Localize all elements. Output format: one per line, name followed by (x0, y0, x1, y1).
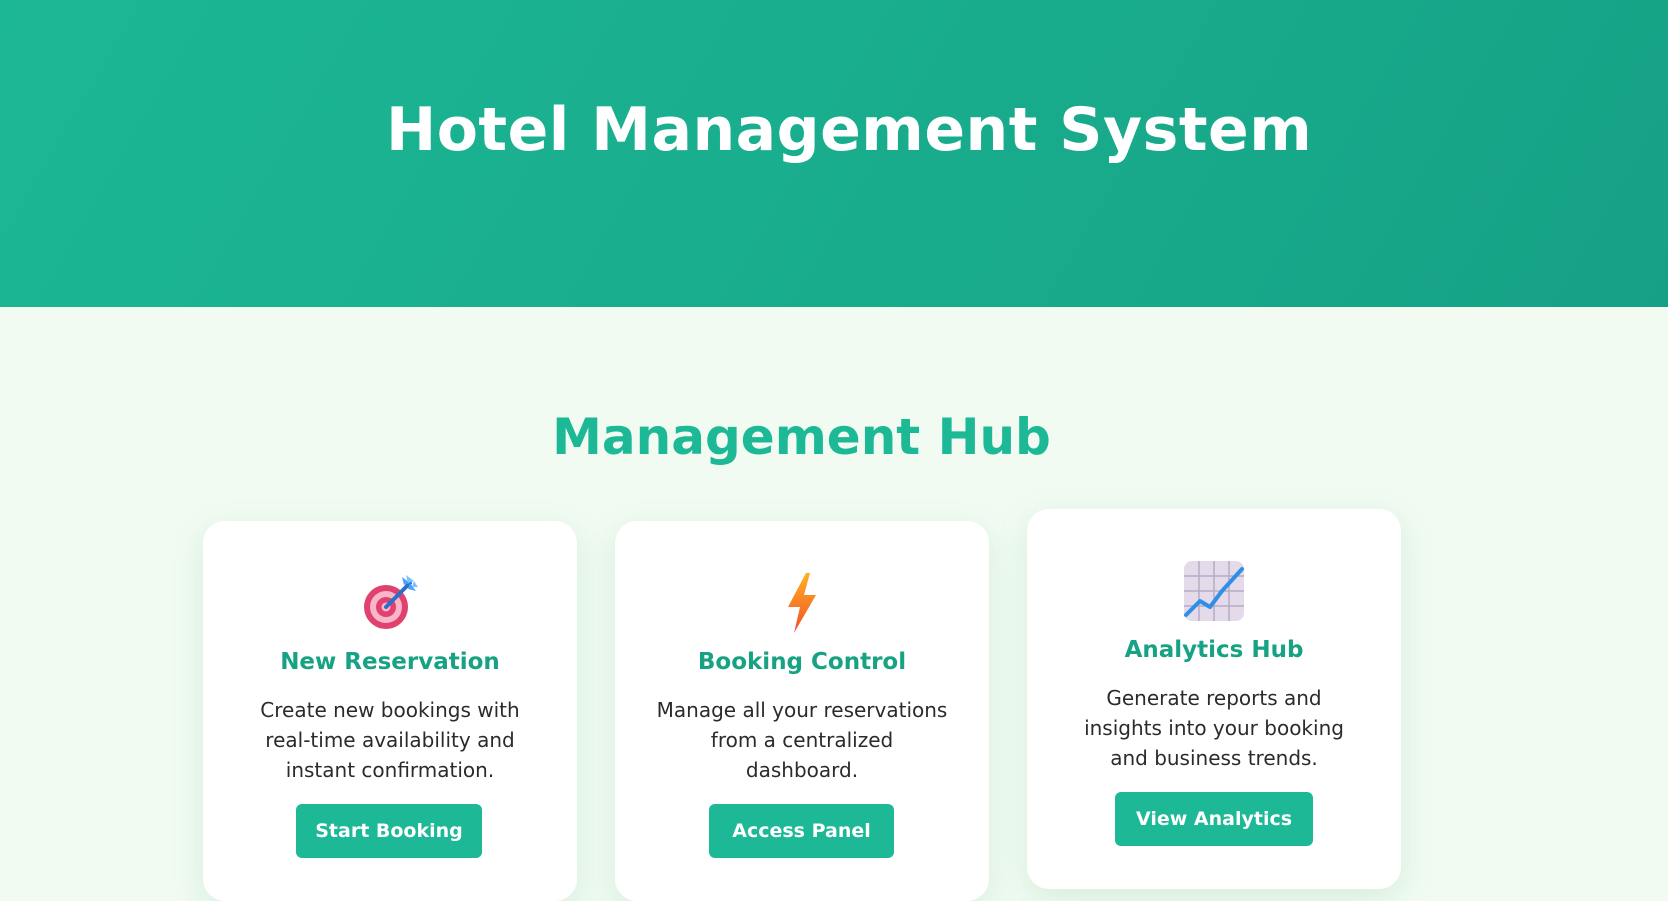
card-description: Create new bookings with real-time avail… (260, 698, 520, 782)
chart-increasing-icon (1182, 559, 1246, 623)
section-title: Management Hub (552, 408, 1051, 466)
card-title: Booking Control (697, 649, 907, 675)
hero-header: Hotel Management System (0, 0, 1668, 307)
card-description: Manage all your reservations from a cent… (656, 698, 948, 782)
lightning-bolt-icon (770, 571, 834, 635)
target-dart-icon (358, 571, 422, 635)
card-description: Generate reports and insights into your … (1084, 686, 1344, 770)
card-booking-control: Booking Control Manage all your reservat… (615, 521, 989, 901)
view-analytics-button[interactable]: View Analytics (1115, 792, 1313, 846)
page-title: Hotel Management System (386, 95, 1313, 165)
card-new-reservation: New Reservation Create new bookings with… (203, 521, 577, 901)
start-booking-button[interactable]: Start Booking (296, 804, 482, 858)
access-panel-button[interactable]: Access Panel (709, 804, 894, 858)
card-title: New Reservation (280, 649, 500, 675)
card-analytics-hub: Analytics Hub Generate reports and insig… (1027, 509, 1401, 889)
card-title: Analytics Hub (1124, 637, 1304, 663)
